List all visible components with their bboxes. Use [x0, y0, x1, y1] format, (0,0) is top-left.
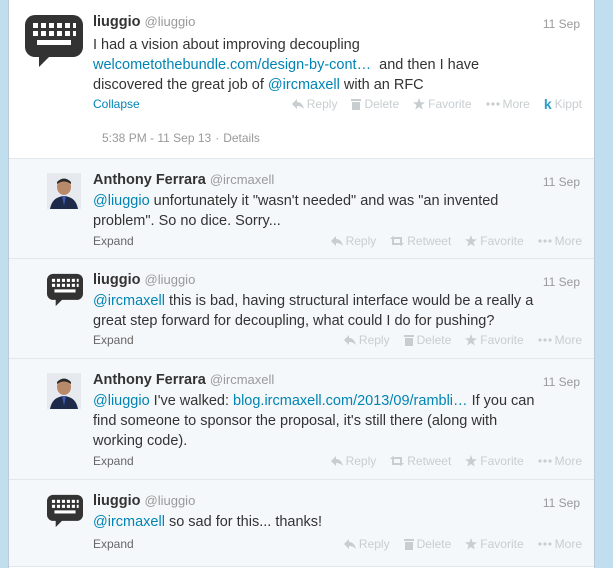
tweet-text: @ircmaxell this is bad, having structura… [93, 293, 534, 329]
reply-button[interactable]: Reply [343, 537, 390, 551]
reply-icon [343, 539, 356, 549]
retweet-button[interactable]: Retweet [390, 234, 451, 248]
keyboard-avatar-icon[interactable] [25, 15, 83, 67]
retweet-icon [390, 456, 405, 466]
trash-icon [351, 99, 362, 110]
reply-tweet[interactable]: liuggio @liuggio 11 Sep @ircmaxell this i… [9, 259, 594, 359]
more-dots-icon [538, 239, 552, 243]
expand-link[interactable]: Expand [93, 333, 134, 347]
reply-tweet[interactable]: Anthony Ferrara @ircmaxell 11 Sep @liuggi… [9, 159, 594, 259]
tweet-actions: Reply Retweet Favorite More [317, 454, 582, 468]
tweet-details-line: 5:38 PM - 11 Sep 13 · Details [102, 131, 260, 145]
star-icon [465, 235, 478, 247]
author-handle[interactable]: @liuggio [145, 493, 196, 508]
keyboard-avatar-icon[interactable] [47, 273, 83, 307]
tweet-time[interactable]: 11 Sep [543, 375, 580, 389]
favorite-button[interactable]: Favorite [465, 454, 524, 468]
reply-icon [330, 236, 343, 246]
tweet-time[interactable]: 11 Sep [543, 175, 580, 189]
collapse-link[interactable]: Collapse [93, 97, 140, 111]
expand-link[interactable]: Expand [93, 234, 134, 248]
more-button[interactable]: More [538, 454, 582, 468]
more-dots-icon [485, 102, 500, 106]
mention-link[interactable]: @liuggio [93, 393, 150, 409]
more-button[interactable]: More [538, 333, 582, 347]
reply-tweet[interactable]: liuggio @liuggio 11 Sep @ircmaxell so sad… [9, 480, 594, 567]
expand-link[interactable]: Expand [93, 454, 134, 468]
conversation-panel: liuggio @liuggio 11 Sep I had a vision ab… [8, 0, 595, 568]
delete-button[interactable]: Delete [403, 333, 451, 347]
mention-link[interactable]: @ircmaxell [93, 514, 165, 530]
kippt-button[interactable]: k Kippt [544, 96, 582, 112]
tweet-actions: Reply Delete Favorite More [330, 537, 582, 551]
author-name[interactable]: Anthony Ferrara @ircmaxell [93, 372, 274, 388]
kippt-icon: k [543, 96, 552, 112]
tweet-link[interactable]: blog.ircmaxell.com/2013/09/rambli… [233, 393, 468, 409]
reply-icon [343, 335, 356, 345]
author-name[interactable]: liuggio @liuggio [93, 14, 195, 30]
delete-button[interactable]: Delete [351, 96, 399, 112]
tweet-actions: Reply Delete Favorite More [330, 333, 582, 347]
retweet-icon [390, 236, 405, 246]
favorite-button[interactable]: Favorite [465, 333, 524, 347]
favorite-button[interactable]: Favorite [465, 234, 524, 248]
mention-link[interactable]: @ircmaxell [268, 77, 340, 93]
star-icon [465, 334, 478, 346]
more-button[interactable]: More [538, 537, 582, 551]
author-handle[interactable]: @liuggio [145, 272, 196, 287]
author-name[interactable]: liuggio @liuggio [93, 493, 195, 509]
expand-link[interactable]: Expand [93, 537, 134, 551]
reply-button[interactable]: Reply [343, 333, 390, 347]
star-icon [465, 455, 478, 467]
reply-tweet[interactable]: Anthony Ferrara @ircmaxell 11 Sep @liuggi… [9, 359, 594, 480]
author-handle[interactable]: @liuggio [145, 14, 196, 29]
mention-link[interactable]: @ircmaxell [93, 293, 165, 309]
author-handle[interactable]: @ircmaxell [210, 372, 274, 387]
tweet-text: @liuggio unfortunately it "wasn't needed… [93, 193, 499, 229]
user-avatar[interactable] [47, 173, 81, 209]
retweet-button[interactable]: Retweet [390, 454, 451, 468]
trash-icon [403, 539, 414, 550]
more-button[interactable]: More [538, 234, 582, 248]
star-icon [413, 98, 426, 110]
reply-button[interactable]: Reply [330, 454, 376, 468]
trash-icon [403, 335, 414, 346]
more-dots-icon [538, 542, 552, 546]
author-name[interactable]: Anthony Ferrara @ircmaxell [93, 172, 274, 188]
mention-link[interactable]: @liuggio [93, 193, 150, 209]
more-dots-icon [538, 338, 552, 342]
keyboard-avatar-icon[interactable] [47, 494, 83, 528]
author-handle[interactable]: @ircmaxell [210, 172, 274, 187]
reply-button[interactable]: Reply [291, 96, 337, 112]
reply-icon [291, 99, 304, 109]
tweet-link[interactable]: welcometothebundle.com/design-by-cont… [93, 57, 371, 73]
tweet-actions: Reply Retweet Favorite More [317, 234, 582, 248]
user-avatar[interactable] [47, 373, 81, 409]
tweet-time[interactable]: 11 Sep [543, 496, 580, 510]
tweet-timestamp[interactable]: 5:38 PM - 11 Sep 13 [102, 131, 211, 145]
star-icon [465, 538, 478, 550]
author-name[interactable]: liuggio @liuggio [93, 272, 195, 288]
reply-button[interactable]: Reply [330, 234, 376, 248]
favorite-button[interactable]: Favorite [413, 96, 472, 112]
more-button[interactable]: More [485, 96, 530, 112]
details-link[interactable]: Details [223, 131, 260, 145]
tweet-time[interactable]: 11 Sep [543, 17, 580, 31]
more-dots-icon [538, 459, 552, 463]
delete-button[interactable]: Delete [403, 537, 451, 551]
reply-icon [330, 456, 343, 466]
tweet-text: @liuggio I've walked: blog.ircmaxell.com… [93, 393, 535, 449]
favorite-button[interactable]: Favorite [465, 537, 524, 551]
tweet-time[interactable]: 11 Sep [543, 275, 580, 289]
tweet-text: I had a vision about improving decouplin… [93, 37, 480, 93]
main-tweet[interactable]: liuggio @liuggio 11 Sep I had a vision ab… [9, 0, 594, 159]
tweet-text: @ircmaxell so sad for this... thanks! [93, 514, 323, 530]
tweet-actions: Reply Delete Favorite More k Kippt [278, 96, 582, 112]
